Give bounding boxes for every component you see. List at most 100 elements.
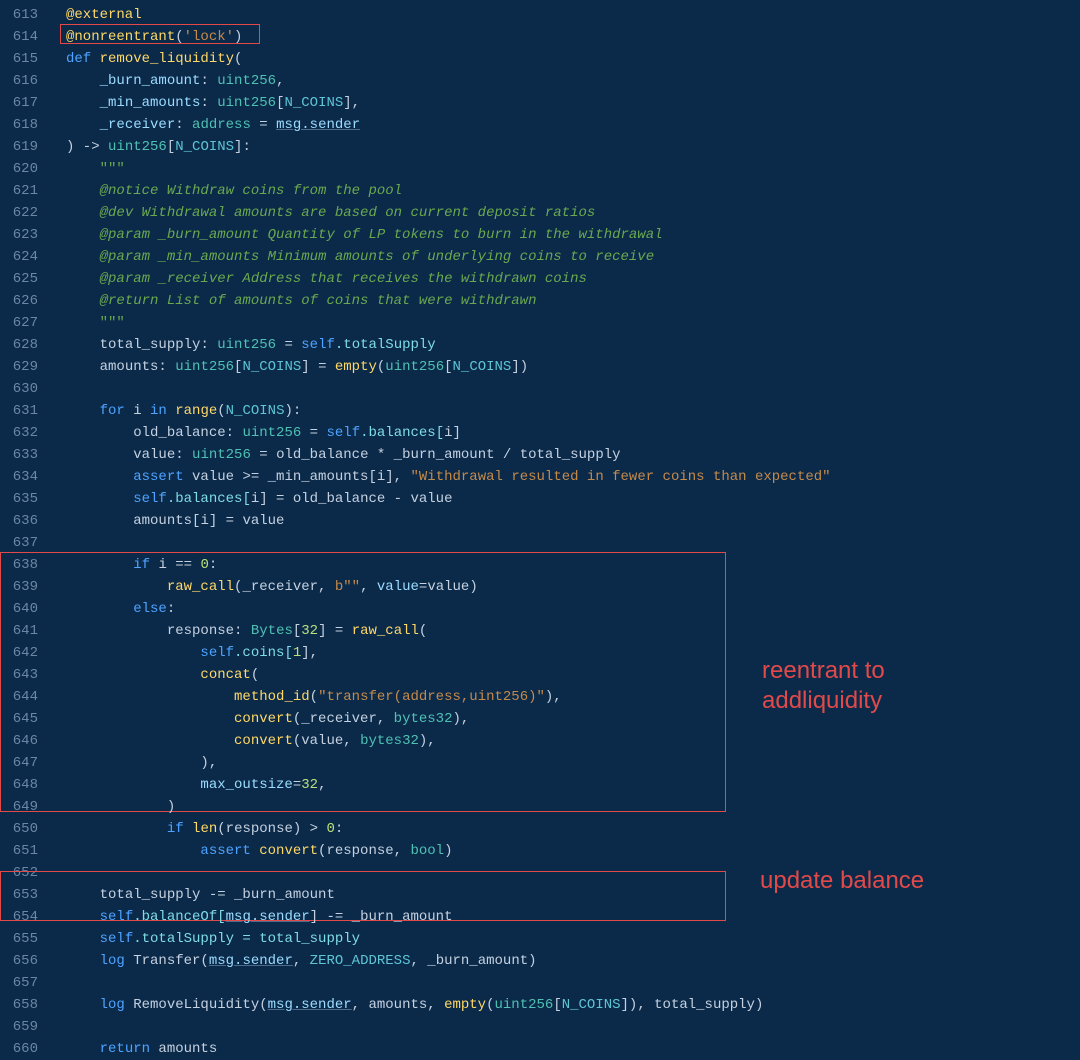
code-line: 631 for i in range(N_COINS): <box>0 400 1080 422</box>
code-line: 652 <box>0 862 1080 884</box>
line-number: 645 <box>0 708 50 730</box>
line-number: 614 <box>0 26 50 48</box>
code-line: 654 self.balanceOf[msg.sender] -= _burn_… <box>0 906 1080 928</box>
code-line: 641 response: Bytes[32] = raw_call( <box>0 620 1080 642</box>
line-number: 624 <box>0 246 50 268</box>
code-line: 628 total_supply: uint256 = self.totalSu… <box>0 334 1080 356</box>
code-line: 648 max_outsize=32, <box>0 774 1080 796</box>
line-number: 629 <box>0 356 50 378</box>
code-line: 613 @external <box>0 4 1080 26</box>
line-number: 657 <box>0 972 50 994</box>
line-number: 616 <box>0 70 50 92</box>
line-number: 638 <box>0 554 50 576</box>
code-line: 632 old_balance: uint256 = self.balances… <box>0 422 1080 444</box>
code-line: 643 concat( <box>0 664 1080 686</box>
line-number: 626 <box>0 290 50 312</box>
line-number: 630 <box>0 378 50 400</box>
line-number: 660 <box>0 1038 50 1060</box>
code-line: 649 ) <box>0 796 1080 818</box>
line-number: 631 <box>0 400 50 422</box>
code-line: 656 log Transfer(msg.sender, ZERO_ADDRES… <box>0 950 1080 972</box>
code-line: 660 return amounts <box>0 1038 1080 1060</box>
code-line: 633 value: uint256 = old_balance * _burn… <box>0 444 1080 466</box>
line-number: 652 <box>0 862 50 884</box>
line-number: 655 <box>0 928 50 950</box>
line-number: 653 <box>0 884 50 906</box>
code-line: 635 self.balances[i] = old_balance - val… <box>0 488 1080 510</box>
code-line: 640 else: <box>0 598 1080 620</box>
line-number: 658 <box>0 994 50 1016</box>
line-number: 621 <box>0 180 50 202</box>
line-number: 656 <box>0 950 50 972</box>
code-line: 657 <box>0 972 1080 994</box>
code-editor: reentrant to addliquidity update balance… <box>0 0 1080 1060</box>
code-line: 637 <box>0 532 1080 554</box>
line-number: 639 <box>0 576 50 598</box>
code-line: 651 assert convert(response, bool) <box>0 840 1080 862</box>
code-line: 630 <box>0 378 1080 400</box>
code-line: 634 assert value >= _min_amounts[i], "Wi… <box>0 466 1080 488</box>
code-line: 642 self.coins[1], <box>0 642 1080 664</box>
code-line: 615 def remove_liquidity( <box>0 48 1080 70</box>
code-line: 614 @nonreentrant('lock') <box>0 26 1080 48</box>
code-line: 638 if i == 0: <box>0 554 1080 576</box>
code-line: 655 self.totalSupply = total_supply <box>0 928 1080 950</box>
line-number: 640 <box>0 598 50 620</box>
code-line: 618 _receiver: address = msg.sender <box>0 114 1080 136</box>
code-line: 629 amounts: uint256[N_COINS] = empty(ui… <box>0 356 1080 378</box>
line-number: 615 <box>0 48 50 70</box>
line-number: 649 <box>0 796 50 818</box>
line-number: 646 <box>0 730 50 752</box>
line-number: 642 <box>0 642 50 664</box>
code-line: 653 total_supply -= _burn_amount <box>0 884 1080 906</box>
line-number: 650 <box>0 818 50 840</box>
code-line: 625 @param _receiver Address that receiv… <box>0 268 1080 290</box>
line-number: 620 <box>0 158 50 180</box>
code-line: 623 @param _burn_amount Quantity of LP t… <box>0 224 1080 246</box>
line-number: 636 <box>0 510 50 532</box>
line-number: 632 <box>0 422 50 444</box>
code-line: 658 log RemoveLiquidity(msg.sender, amou… <box>0 994 1080 1016</box>
line-number: 651 <box>0 840 50 862</box>
code-line: 636 amounts[i] = value <box>0 510 1080 532</box>
code-line: 645 convert(_receiver, bytes32), <box>0 708 1080 730</box>
code-line: 622 @dev Withdrawal amounts are based on… <box>0 202 1080 224</box>
decorator: @external <box>66 7 142 23</box>
line-number: 625 <box>0 268 50 290</box>
code-line: 644 method_id("transfer(address,uint256)… <box>0 686 1080 708</box>
line-number: 628 <box>0 334 50 356</box>
line-number: 654 <box>0 906 50 928</box>
line-number: 637 <box>0 532 50 554</box>
line-number: 633 <box>0 444 50 466</box>
function-name: remove_liquidity <box>100 51 234 67</box>
code-line: 647 ), <box>0 752 1080 774</box>
line-number: 627 <box>0 312 50 334</box>
code-line: 650 if len(response) > 0: <box>0 818 1080 840</box>
line-number: 619 <box>0 136 50 158</box>
decorator: @nonreentrant <box>66 29 175 45</box>
code-line: 624 @param _min_amounts Minimum amounts … <box>0 246 1080 268</box>
code-line: 639 raw_call(_receiver, b"", value=value… <box>0 576 1080 598</box>
line-number: 613 <box>0 4 50 26</box>
line-number: 617 <box>0 92 50 114</box>
code-line: 626 @return List of amounts of coins tha… <box>0 290 1080 312</box>
line-number: 644 <box>0 686 50 708</box>
code-line: 646 convert(value, bytes32), <box>0 730 1080 752</box>
line-number: 643 <box>0 664 50 686</box>
line-number: 622 <box>0 202 50 224</box>
line-number: 623 <box>0 224 50 246</box>
line-number: 635 <box>0 488 50 510</box>
code-line: 616 _burn_amount: uint256, <box>0 70 1080 92</box>
line-number: 647 <box>0 752 50 774</box>
line-number: 648 <box>0 774 50 796</box>
line-number: 641 <box>0 620 50 642</box>
code-line: 620 """ <box>0 158 1080 180</box>
code-line: 617 _min_amounts: uint256[N_COINS], <box>0 92 1080 114</box>
code-line: 627 """ <box>0 312 1080 334</box>
code-line: 621 @notice Withdraw coins from the pool <box>0 180 1080 202</box>
line-number: 659 <box>0 1016 50 1038</box>
line-number: 618 <box>0 114 50 136</box>
code-line: 619 ) -> uint256[N_COINS]: <box>0 136 1080 158</box>
code-line: 659 <box>0 1016 1080 1038</box>
line-number: 634 <box>0 466 50 488</box>
